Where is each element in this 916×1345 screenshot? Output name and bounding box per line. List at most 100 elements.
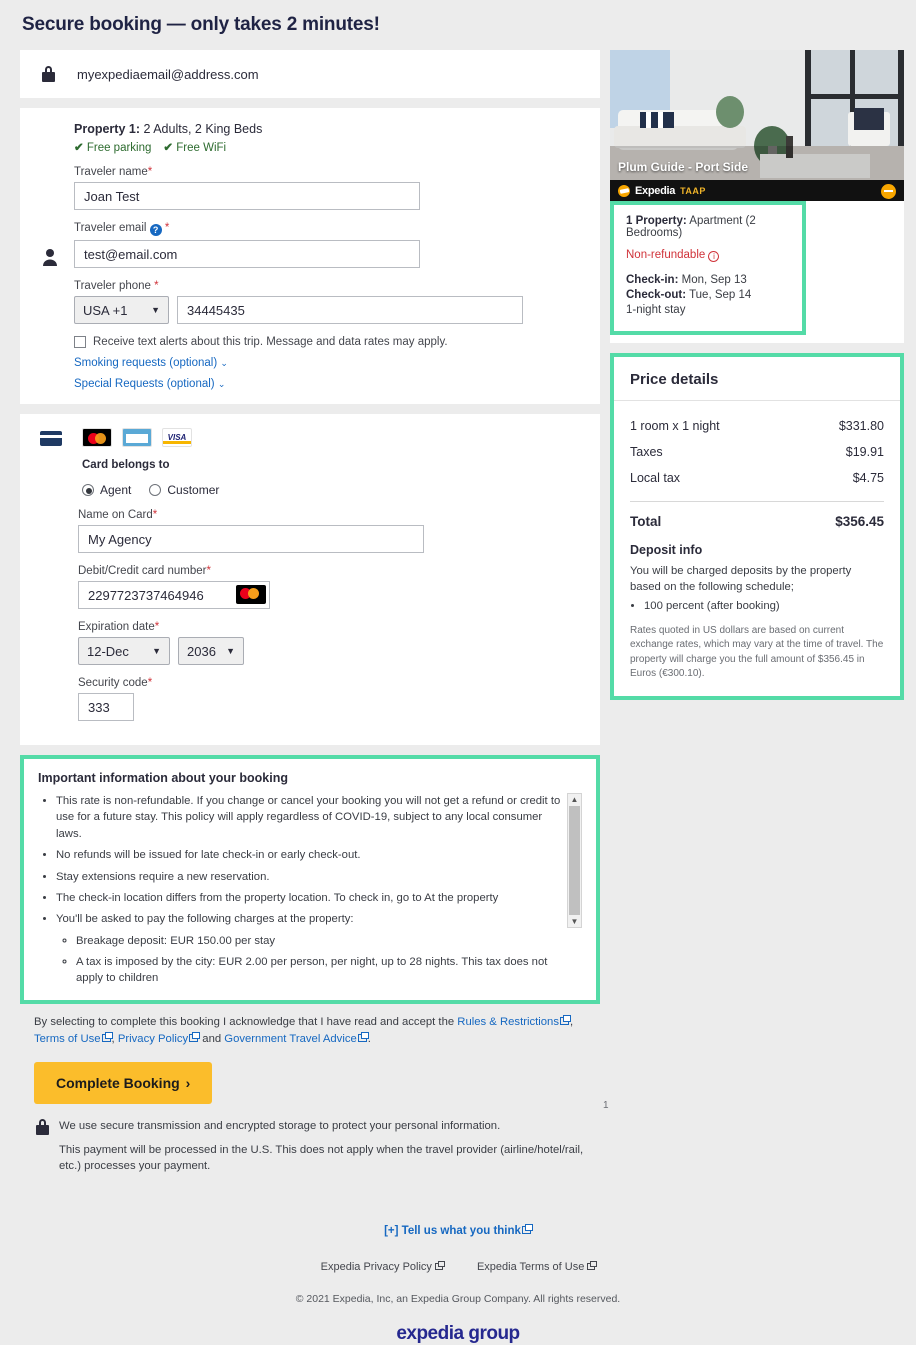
terms-text: By selecting to complete this booking I …	[34, 1014, 574, 1045]
price-row: Local tax $4.75	[630, 471, 884, 485]
chevron-right-icon: ›	[185, 1074, 191, 1091]
important-information-panel: Important information about your booking…	[20, 755, 600, 1004]
deposit-title: Deposit info	[630, 543, 703, 557]
complete-booking-button[interactable]: Complete Booking ›	[34, 1061, 213, 1104]
smoking-requests-toggle[interactable]: Smoking requests (optional) ⌄	[74, 357, 584, 369]
scrollbar[interactable]: ▲ ▼	[567, 793, 582, 928]
scroll-up-icon[interactable]: ▲	[571, 794, 579, 805]
text-alerts-row[interactable]: Receive text alerts about this trip. Mes…	[74, 336, 584, 348]
price-details-panel: Price details 1 room x 1 night $331.80 Ta…	[610, 353, 904, 700]
accepted-cards: VISA	[82, 428, 584, 447]
link-privacy-policy[interactable]: Privacy Policy	[118, 1033, 188, 1045]
link-government-travel-advice[interactable]: Government Travel Advice	[224, 1033, 356, 1045]
left-column: myexpediaemail@address.com Property 1: 2…	[20, 50, 600, 1209]
name-on-card-input[interactable]	[78, 525, 424, 553]
summary-property: 1 Property: Apartment (2 Bedrooms)	[626, 215, 756, 239]
summary-stay: 1-night stay	[626, 304, 686, 316]
important-info-title: Important information about your booking	[38, 771, 288, 785]
traveler-phone-label: Traveler phone *	[74, 280, 159, 292]
card-owner-radiogroup: Agent Customer	[82, 483, 584, 497]
divider	[630, 501, 884, 502]
text-alerts-label: Receive text alerts about this trip. Mes…	[93, 336, 448, 348]
traveler-phone-field: Traveler phone * USA +1 ▼	[74, 280, 584, 324]
chevron-down-icon: ▼	[151, 305, 160, 315]
expedia-logo-icon	[618, 185, 630, 197]
property-label: Property 1:	[74, 122, 140, 136]
amenity-item: ✔ Free WiFi	[163, 142, 227, 154]
card-icon	[40, 431, 62, 446]
traveler-name-field: Traveler name*	[74, 166, 584, 210]
program-name: TAAP	[680, 186, 706, 196]
name-on-card-field: Name on Card*	[78, 509, 584, 553]
phone-number-input[interactable]	[177, 296, 523, 324]
minimize-icon[interactable]	[881, 183, 896, 199]
card-number-label: Debit/Credit card number*	[78, 565, 211, 577]
card-belongs-label: Card belongs to	[82, 459, 170, 471]
property-heading: Property 1: 2 Adults, 2 King Beds	[74, 122, 584, 136]
footer-link-terms[interactable]: Expedia Terms of Use	[477, 1260, 598, 1273]
link-terms-of-use[interactable]: Terms of Use	[34, 1033, 101, 1045]
list-item: Stay extensions require a new reservatio…	[56, 869, 561, 885]
external-link-icon	[587, 1260, 598, 1270]
list-item: No refunds will be issued for late check…	[56, 847, 561, 863]
info-icon[interactable]: i	[708, 251, 720, 262]
external-link-icon	[101, 1031, 113, 1042]
copyright-text: © 2021 Expedia, Inc, an Expedia Group Co…	[295, 1292, 621, 1305]
list-item: 100 percent (after booking)	[644, 600, 884, 612]
security-code-input[interactable]	[78, 693, 134, 721]
page-footer: [+] Tell us what you think Expedia Priva…	[0, 1209, 916, 1345]
chevron-down-icon: ⌄	[217, 379, 226, 389]
expedia-taap-bar: Expedia TAAP	[610, 180, 904, 202]
traveler-email-input[interactable]	[74, 240, 420, 268]
property-occupancy: 2 Adults, 2 King Beds	[143, 122, 263, 136]
external-link-icon	[434, 1260, 445, 1270]
account-email: myexpediaemail@address.com	[77, 66, 259, 82]
traveler-name-label: Traveler name*	[74, 166, 153, 178]
scroll-down-icon[interactable]: ▼	[571, 916, 579, 927]
radio-agent[interactable]: Agent	[82, 483, 131, 497]
footer-link-privacy[interactable]: Expedia Privacy Policy	[321, 1260, 445, 1273]
list-item: Breakage deposit: EUR 150.00 per stay	[76, 933, 561, 949]
radio-customer[interactable]: Customer	[149, 483, 219, 497]
expiration-field: Expiration date* 12-Dec ▼ 2036 ▼	[78, 621, 584, 665]
right-column: Plum Guide - Port Side Expedia TAAP 1 Pr…	[610, 50, 904, 700]
price-rows: 1 room x 1 night $331.80 Taxes $19.91 Loca…	[614, 401, 900, 531]
secure-line-2: This payment will be processed in the U.…	[59, 1144, 584, 1173]
terms-section: By selecting to complete this booking I …	[20, 1004, 600, 1199]
external-link-icon	[357, 1031, 369, 1042]
expedia-group-logo: expedia group	[396, 1322, 520, 1344]
stray-marker: 1	[603, 1100, 609, 1111]
list-item: This rate is non-refundable. If you chan…	[56, 793, 561, 842]
price-details-heading: Price details	[614, 357, 900, 401]
scrollbar-thumb[interactable]	[569, 806, 580, 915]
radio-dot	[82, 484, 94, 496]
mastercard-icon	[236, 585, 266, 604]
currency-fineprint: Rates quoted in US dollars are based on …	[630, 624, 884, 680]
tell-us-link[interactable]: [+] Tell us what you think	[384, 1223, 533, 1237]
deposit-list: 100 percent (after booking)	[614, 596, 900, 612]
card-number-field: Debit/Credit card number*	[78, 565, 584, 609]
lock-icon	[42, 66, 55, 82]
phone-country-select[interactable]: USA +1 ▼	[74, 296, 169, 324]
amenities-list: ✔ Free parking ✔ Free WiFi	[74, 140, 584, 154]
main-layout: myexpediaemail@address.com Property 1: 2…	[0, 36, 916, 1209]
price-row: 1 room x 1 night $331.80	[630, 419, 884, 433]
summary-checkout: Check-out: Tue, Sep 14	[626, 289, 752, 301]
trip-summary-highlight: 1 Property: Apartment (2 Bedrooms) Non-r…	[610, 201, 806, 335]
expiration-year-select[interactable]: 2036 ▼	[178, 637, 244, 665]
text-alerts-checkbox[interactable]	[74, 336, 86, 348]
photo-caption: Plum Guide - Port Side	[618, 160, 749, 174]
important-info-list: This rate is non-refundable. If you chan…	[38, 793, 561, 992]
question-icon[interactable]: ?	[149, 224, 162, 236]
visa-icon: VISA	[162, 428, 192, 447]
footer-links: Expedia Privacy Policy Expedia Terms of …	[0, 1260, 916, 1273]
expiration-month-select[interactable]: 12-Dec ▼	[78, 637, 170, 665]
traveler-name-input[interactable]	[74, 182, 420, 210]
amex-icon	[122, 428, 152, 447]
radio-dot	[149, 484, 162, 496]
traveler-card: Property 1: 2 Adults, 2 King Beds ✔ Free…	[20, 108, 600, 404]
person-icon	[43, 249, 57, 266]
link-rules-restrictions[interactable]: Rules & Restrictions	[457, 1016, 559, 1028]
external-link-icon	[521, 1223, 533, 1234]
special-requests-toggle[interactable]: Special Requests (optional) ⌄	[74, 378, 584, 390]
